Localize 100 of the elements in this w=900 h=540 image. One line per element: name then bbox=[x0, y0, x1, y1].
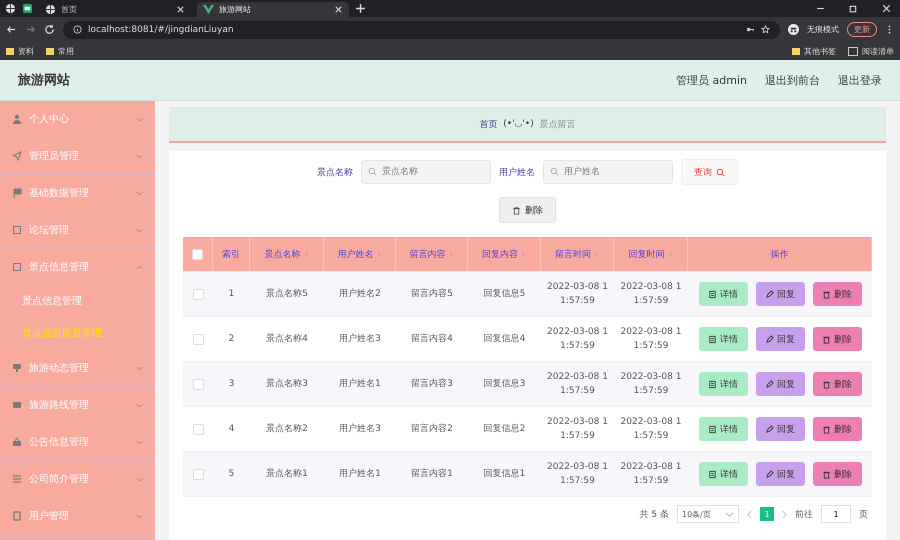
page-input[interactable]: 1 bbox=[821, 505, 851, 523]
table-cell-text: 用户姓名3 bbox=[339, 422, 381, 436]
square-icon bbox=[12, 262, 22, 272]
header-link[interactable]: 退出登录 bbox=[838, 72, 882, 88]
globe-icon[interactable] bbox=[5, 3, 16, 14]
table-cell-text: 5 bbox=[228, 468, 234, 481]
address-field[interactable]: localhost:8081/#/jingdianLiuyan bbox=[63, 20, 780, 38]
search-icon bbox=[368, 167, 377, 176]
pencil-icon bbox=[765, 470, 774, 478]
document-icon bbox=[708, 380, 717, 388]
reply-button[interactable]: 回复 bbox=[756, 327, 804, 351]
reply-button[interactable]: 回复 bbox=[756, 417, 804, 441]
info-icon bbox=[73, 25, 82, 34]
square-icon bbox=[12, 225, 22, 235]
forward-icon[interactable] bbox=[25, 24, 36, 35]
delete-button[interactable]: 删除 bbox=[812, 372, 862, 396]
table-cell-text: 回复信息1 bbox=[484, 468, 526, 481]
detail-button[interactable]: 详情 bbox=[698, 282, 748, 306]
trash-icon bbox=[822, 380, 831, 388]
page-size-select[interactable]: 10条/页 bbox=[677, 505, 739, 523]
reply-button[interactable]: 回复 bbox=[756, 282, 804, 306]
reading-list[interactable]: 阅读清单 bbox=[848, 46, 894, 56]
pencil-icon bbox=[765, 290, 774, 298]
column-header[interactable]: 操作 bbox=[770, 248, 788, 260]
send-icon bbox=[12, 151, 22, 161]
back-icon[interactable] bbox=[6, 24, 17, 35]
globe-icon bbox=[45, 4, 56, 15]
document-icon bbox=[708, 424, 717, 434]
incognito-label: 无痕模式 bbox=[807, 24, 839, 35]
table-cell-text: 景点名称5 bbox=[266, 288, 308, 301]
header-link[interactable]: 退出到前台 bbox=[765, 72, 820, 88]
pencil-icon bbox=[765, 380, 774, 388]
search-field[interactable]: 景点名称 bbox=[361, 160, 491, 184]
table-cell-text: 回复信息2 bbox=[484, 422, 526, 436]
browser-tab[interactable]: 旅游网站 bbox=[197, 2, 349, 17]
delete-button[interactable]: 删除 bbox=[812, 327, 862, 351]
column-header[interactable]: 回复内容 bbox=[482, 248, 526, 260]
column-header[interactable]: 索引 bbox=[222, 248, 240, 260]
field-label: 用户姓名 bbox=[499, 166, 535, 178]
checkbox[interactable] bbox=[192, 334, 204, 344]
search-field[interactable]: 用户姓名 bbox=[543, 160, 673, 184]
column-header[interactable]: 留言时间 bbox=[555, 248, 599, 260]
document-icon bbox=[708, 470, 717, 478]
bookmark[interactable]: 资料 bbox=[6, 46, 34, 56]
table-cell-text: 回复信息4 bbox=[484, 332, 526, 346]
search-button[interactable]: 查询 bbox=[681, 159, 738, 185]
pencil-icon bbox=[765, 334, 774, 344]
detail-button[interactable]: 详情 bbox=[698, 327, 748, 351]
delete-button[interactable]: 删除 bbox=[812, 462, 862, 486]
star-icon[interactable] bbox=[761, 25, 770, 34]
column-header[interactable]: 用户姓名 bbox=[338, 248, 382, 260]
card-icon bbox=[12, 400, 22, 410]
table-cell-text: 回复信息5 bbox=[484, 288, 526, 301]
trash-icon bbox=[512, 206, 521, 214]
delete-button[interactable]: 删除 bbox=[812, 417, 862, 441]
table-cell-text: 2022-03-08 1 1:57:59 bbox=[620, 280, 682, 308]
restore-icon[interactable] bbox=[848, 3, 859, 14]
breadcrumb-link[interactable]: 首页 bbox=[479, 118, 498, 130]
table-cell-text: 留言内容3 bbox=[411, 378, 453, 391]
column-header[interactable]: 景点名称 bbox=[264, 248, 308, 260]
checkbox[interactable] bbox=[192, 288, 204, 300]
tab-title: 首页 bbox=[61, 4, 78, 15]
checkbox[interactable] bbox=[192, 468, 204, 480]
bookmark[interactable]: 常用 bbox=[46, 46, 74, 56]
detail-button[interactable]: 详情 bbox=[698, 417, 748, 441]
table-cell-text: 2022-03-08 1 1:57:59 bbox=[620, 460, 682, 488]
close-icon[interactable] bbox=[334, 5, 343, 14]
detail-button[interactable]: 详情 bbox=[698, 462, 748, 486]
delete-button[interactable]: 删除 bbox=[812, 282, 862, 306]
site-title: 旅游网站 bbox=[18, 72, 70, 89]
delete-button[interactable]: 删除 bbox=[499, 197, 556, 223]
tab-title: 旅游网站 bbox=[219, 4, 252, 15]
table-cell-text: 留言内容1 bbox=[411, 468, 453, 481]
column-header[interactable]: 回复时间 bbox=[628, 248, 672, 260]
bookmark-folder[interactable]: 其他书签 bbox=[792, 46, 836, 56]
prev-page-icon[interactable] bbox=[747, 510, 752, 518]
update-button[interactable]: 更新 bbox=[847, 22, 877, 37]
admin-label: 管理员 admin bbox=[676, 72, 747, 88]
sheet-icon[interactable] bbox=[22, 3, 33, 14]
reply-button[interactable]: 回复 bbox=[756, 462, 804, 486]
trash-icon bbox=[822, 334, 831, 344]
next-page-icon[interactable] bbox=[782, 510, 787, 518]
checkbox[interactable] bbox=[192, 248, 203, 260]
reply-button[interactable]: 回复 bbox=[756, 372, 804, 396]
close-icon[interactable] bbox=[881, 3, 892, 14]
reload-icon[interactable] bbox=[44, 24, 55, 35]
detail-button[interactable]: 详情 bbox=[698, 372, 748, 396]
column-header[interactable]: 留言内容 bbox=[410, 248, 454, 260]
key-icon[interactable] bbox=[746, 25, 755, 34]
new-tab-icon[interactable] bbox=[355, 3, 366, 14]
checkbox[interactable] bbox=[192, 378, 204, 390]
table-cell-text: 2022-03-08 1 1:57:59 bbox=[547, 460, 608, 488]
pencil-icon bbox=[765, 424, 774, 434]
doc-icon bbox=[12, 511, 22, 521]
close-icon[interactable] bbox=[176, 5, 185, 14]
table-cell-text: 景点名称1 bbox=[266, 468, 308, 481]
table-cell-text: 1 bbox=[228, 288, 234, 301]
checkbox[interactable] bbox=[192, 424, 204, 434]
trash-icon bbox=[822, 424, 831, 434]
browser-tab[interactable]: 首页 bbox=[39, 2, 191, 17]
